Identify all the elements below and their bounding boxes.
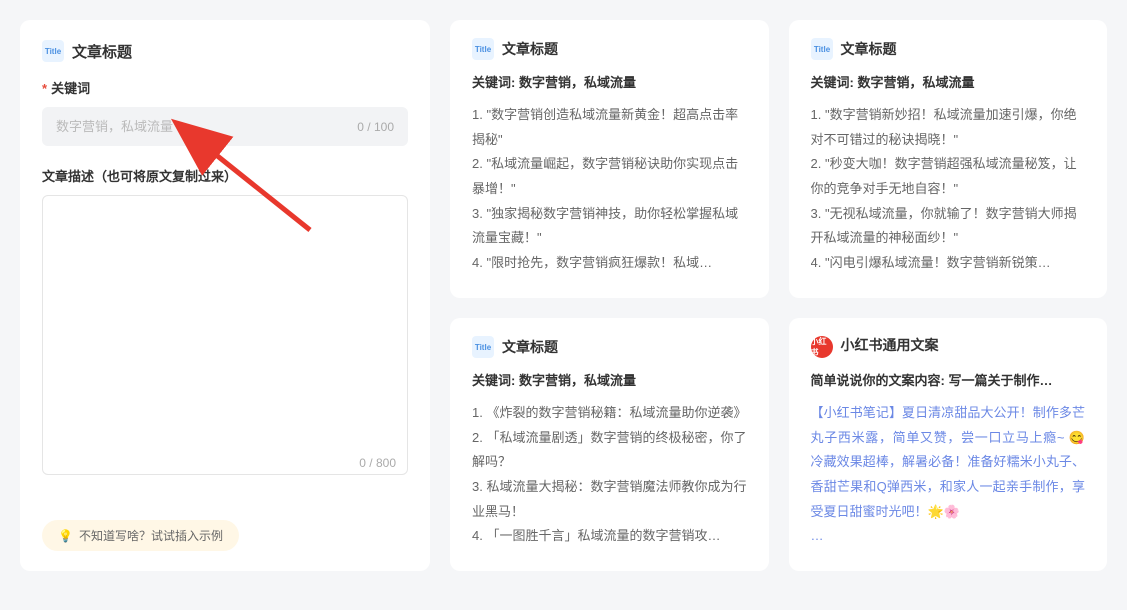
keyword-label: *关键词 — [42, 78, 408, 97]
title-icon: Title — [472, 336, 494, 358]
keywords-line: 关键词: 数字营销，私域流量 — [811, 72, 1086, 91]
card-header: Title 文章标题 — [472, 38, 747, 60]
required-asterisk: * — [42, 81, 47, 96]
card-title: 文章标题 — [841, 39, 897, 59]
list-item: 2. 「私域流量剧透」数字营销的终极秘密，你了解吗？ — [472, 426, 747, 475]
list-item: 4. 「一图胜千言」私域流量的数字营销攻… — [472, 524, 747, 549]
title-icon: Title — [42, 40, 64, 62]
result-card: Title 文章标题 关键词: 数字营销，私域流量 1. 《炸裂的数字营销秘籍：… — [450, 318, 769, 571]
result-card: Title 文章标题 关键词: 数字营销，私域流量 1. "数字营销新妙招！私域… — [789, 20, 1108, 298]
result-card: Title 文章标题 关键词: 数字营销，私域流量 1. "数字营销创造私域流量… — [450, 20, 769, 298]
bulb-icon: 💡 — [58, 529, 73, 543]
svg-text:Title: Title — [475, 45, 492, 54]
list-item: 2. "秒变大咖！数字营销超强私域流量秘笈，让你的竞争对手无地自容！" — [811, 152, 1086, 201]
xhs-subtitle: 简单说说你的文案内容: 写一篇关于制作… — [811, 370, 1086, 389]
list-item: 4. "限时抢先，数字营销疯狂爆款！私域… — [472, 251, 747, 276]
list-item: 1. 《炸裂的数字营销秘籍：私域流量助你逆袭》 — [472, 401, 747, 426]
xhs-card: 小红书 小红书通用文案 简单说说你的文案内容: 写一篇关于制作… 【小红书笔记】… — [789, 318, 1108, 571]
card-title: 文章标题 — [502, 39, 558, 59]
card-title: 文章标题 — [502, 337, 558, 357]
list-item: 3. "无视私域流量，你就输了！数字营销大师揭开私域流量的神秘面纱！" — [811, 202, 1086, 251]
results-panel: Title 文章标题 关键词: 数字营销，私域流量 1. "数字营销创造私域流量… — [450, 20, 1107, 571]
xhs-more: … — [811, 524, 1086, 549]
list-item: 1. "数字营销新妙招！私域流量加速引爆，你绝对不可错过的秘诀揭晓！" — [811, 103, 1086, 152]
insert-example-button[interactable]: 💡 不知道写啥？试试插入示例 — [42, 520, 239, 551]
result-list: 1. "数字营销创造私域流量新黄金！超高点击率揭秘" 2. "私域流量崛起，数字… — [472, 103, 747, 276]
card-header: Title 文章标题 — [472, 336, 747, 358]
svg-text:Title: Title — [813, 45, 830, 54]
list-item: 4. "闪电引爆私域流量！数字营销新锐策… — [811, 251, 1086, 276]
card-header: 小红书 小红书通用文案 — [811, 336, 1086, 358]
hint-text: 不知道写啥？试试插入示例 — [79, 527, 223, 544]
keyword-char-count: 0 / 100 — [357, 120, 394, 134]
svg-text:Title: Title — [475, 343, 492, 352]
keywords-line: 关键词: 数字营销，私域流量 — [472, 72, 747, 91]
section-header: Title 文章标题 — [42, 40, 408, 62]
annotation-arrow — [110, 110, 340, 260]
xiaohongshu-icon: 小红书 — [811, 336, 833, 358]
list-item: 3. 私域流量大揭秘：数字营销魔法师教你成为行业黑马！ — [472, 475, 747, 524]
title-icon: Title — [811, 38, 833, 60]
result-list: 1. "数字营销新妙招！私域流量加速引爆，你绝对不可错过的秘诀揭晓！" 2. "… — [811, 103, 1086, 276]
result-list: 1. 《炸裂的数字营销秘籍：私域流量助你逆袭》 2. 「私域流量剧透」数字营销的… — [472, 401, 747, 549]
keywords-line: 关键词: 数字营销，私域流量 — [472, 370, 747, 389]
xhs-title: 小红书通用文案 — [841, 336, 939, 356]
description-char-count: 0 / 800 — [359, 456, 396, 470]
form-panel: Title 文章标题 *关键词 0 / 100 文章描述（也可将原文复制过来） … — [20, 20, 430, 571]
list-item: 2. "私域流量崛起，数字营销秘诀助你实现点击暴增！" — [472, 152, 747, 201]
xhs-content: 【小红书笔记】夏日清凉甜品大公开！制作多芒丸子西米露，简单又赞，尝一口立马上瘾~… — [811, 401, 1086, 524]
title-icon: Title — [472, 38, 494, 60]
list-item: 3. "独家揭秘数字营销神技，助你轻松掌握私域流量宝藏！" — [472, 202, 747, 251]
card-header: Title 文章标题 — [811, 38, 1086, 60]
svg-text:Title: Title — [45, 47, 62, 56]
section-title: 文章标题 — [72, 41, 132, 62]
list-item: 1. "数字营销创造私域流量新黄金！超高点击率揭秘" — [472, 103, 747, 152]
